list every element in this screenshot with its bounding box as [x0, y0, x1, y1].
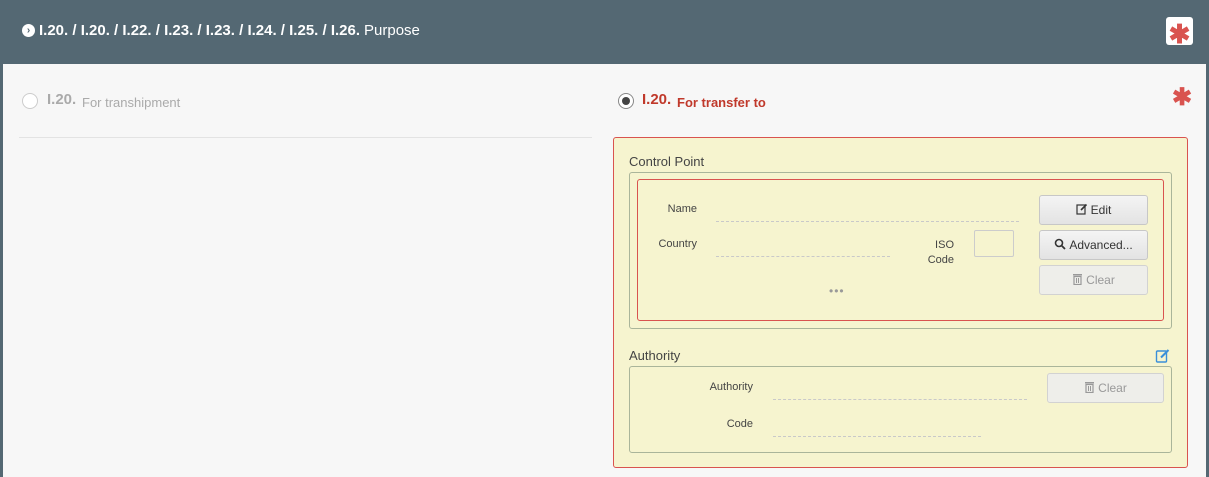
- more-icon[interactable]: •••: [829, 284, 845, 298]
- section-codes: I.20. / I.20. / I.22. / I.23. / I.23. / …: [39, 22, 361, 39]
- chevron-right-circle-icon: ›: [22, 24, 35, 37]
- transfer-code: I.20.: [642, 91, 672, 108]
- clear-button-label: Clear: [1098, 381, 1127, 395]
- name-field[interactable]: [716, 221, 1019, 222]
- section-title: › I.20. / I.20. / I.22. / I.23. / I.23. …: [22, 22, 420, 39]
- trash-icon: [1072, 273, 1083, 288]
- transhipment-label: For transhipment: [82, 95, 181, 110]
- name-label: Name: [667, 203, 697, 215]
- section-header: › I.20. / I.20. / I.22. / I.23. / I.23. …: [0, 0, 1209, 64]
- required-asterisk-icon: ✱: [1166, 17, 1193, 49]
- advanced-button[interactable]: Advanced...: [1039, 230, 1148, 260]
- advanced-button-label: Advanced...: [1069, 238, 1133, 252]
- trash-icon: [1084, 381, 1095, 396]
- control-point-title: Control Point: [629, 154, 705, 169]
- code-label: Code: [726, 418, 753, 430]
- clear-control-point-button[interactable]: Clear: [1039, 265, 1148, 295]
- country-field[interactable]: [716, 256, 890, 257]
- edit-icon: [1076, 203, 1088, 218]
- transhipment-radio[interactable]: [22, 93, 38, 109]
- clear-authority-button[interactable]: Clear: [1047, 373, 1164, 403]
- iso-code-label: ISO Code: [927, 239, 954, 266]
- required-asterisk-icon: ✱: [1172, 84, 1193, 111]
- edit-icon[interactable]: [1155, 348, 1171, 364]
- authority-label: Authority: [709, 381, 753, 393]
- code-field[interactable]: [773, 436, 981, 437]
- edit-button[interactable]: Edit: [1039, 195, 1148, 225]
- transfer-radio[interactable]: [618, 93, 634, 109]
- section-title-text: Purpose: [364, 22, 420, 39]
- left-border: [0, 64, 3, 477]
- iso-code-field[interactable]: [974, 230, 1014, 257]
- transhipment-code: I.20.: [47, 91, 77, 108]
- search-icon: [1054, 238, 1066, 253]
- authority-field[interactable]: [773, 399, 1027, 400]
- edit-button-label: Edit: [1090, 203, 1112, 217]
- transfer-label: For transfer to: [677, 95, 766, 110]
- divider: [19, 137, 592, 138]
- clear-button-label: Clear: [1086, 273, 1115, 287]
- authority-title: Authority: [629, 348, 681, 363]
- country-label: Country: [658, 238, 697, 250]
